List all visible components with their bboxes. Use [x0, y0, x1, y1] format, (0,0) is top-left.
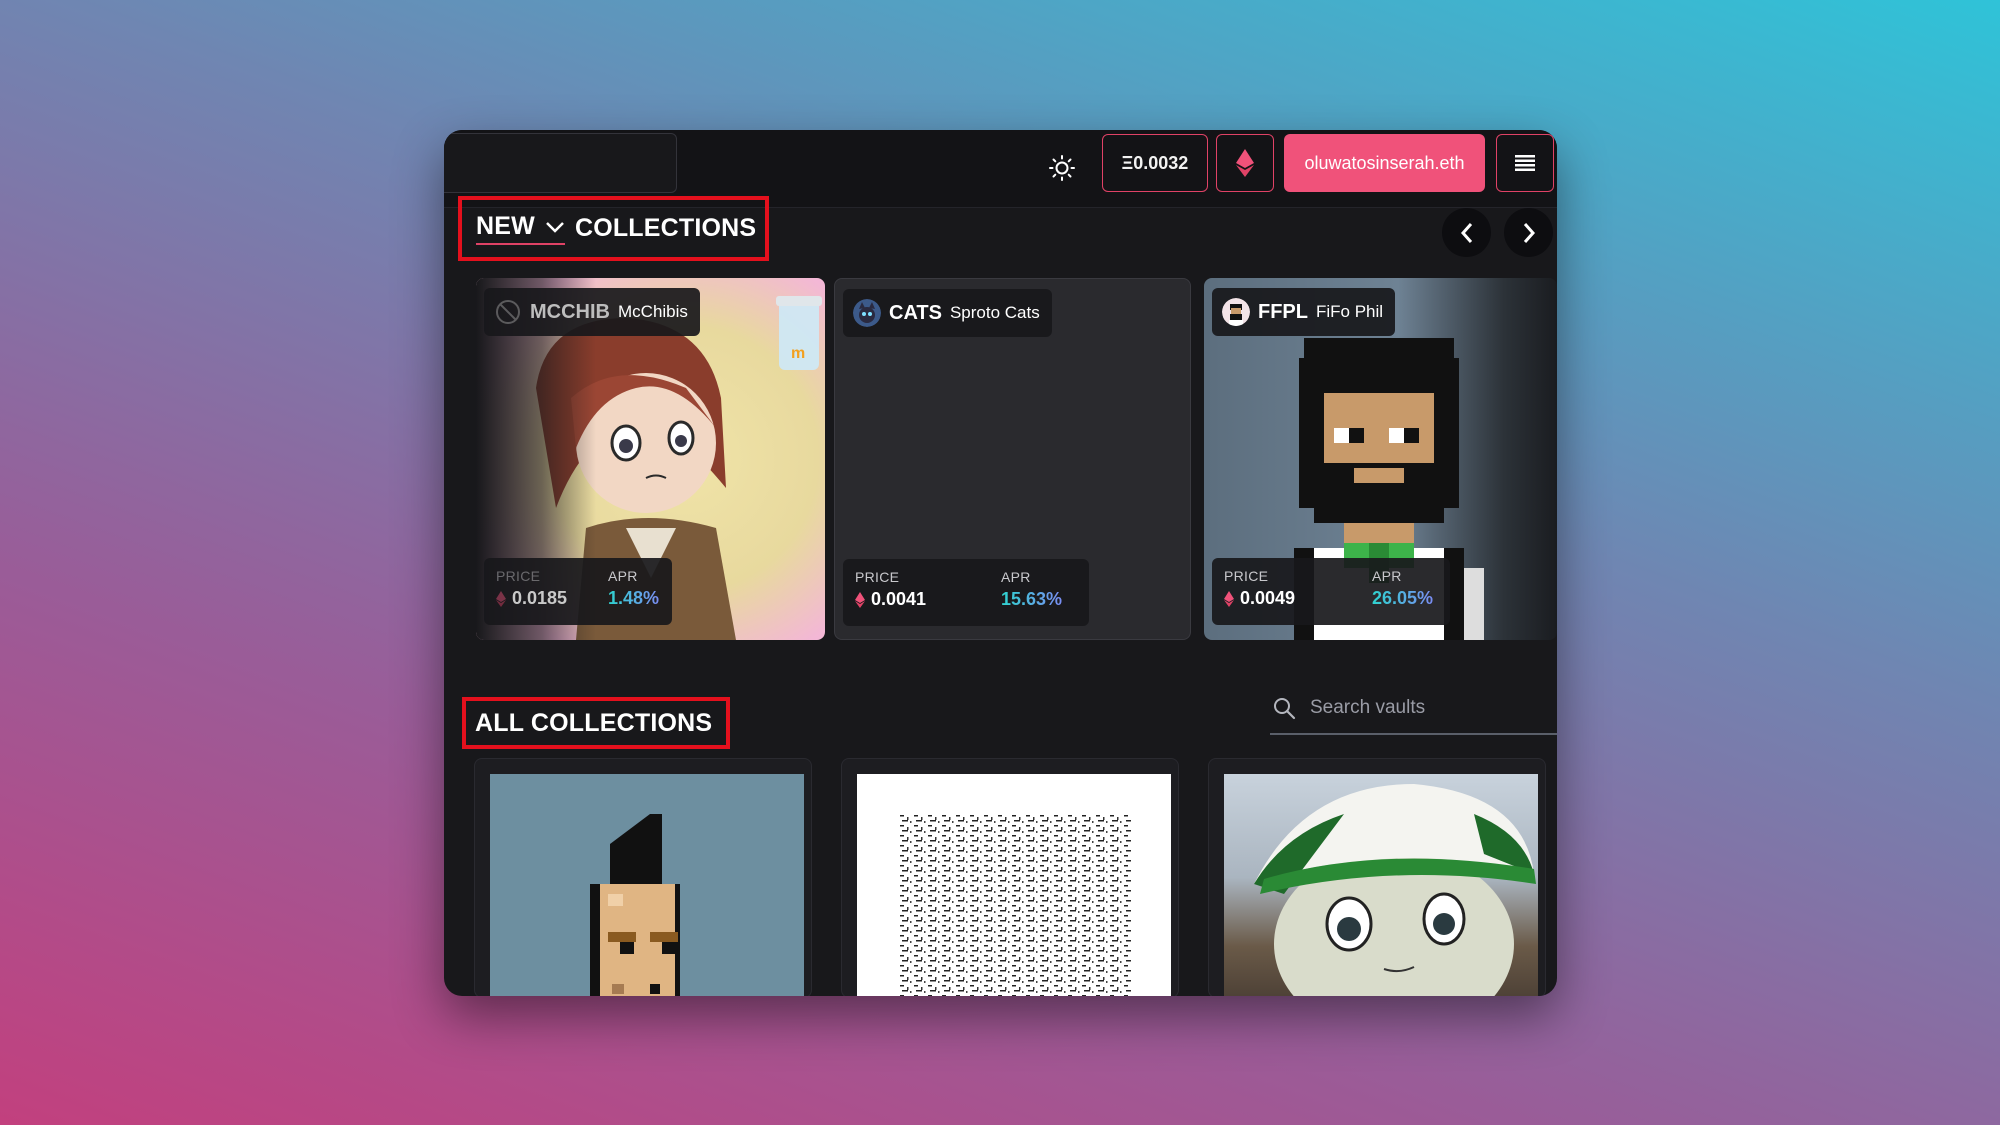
apr-label: APR — [1001, 569, 1031, 585]
collection-name: Sproto Cats — [949, 303, 1040, 322]
card-stats: PRICE 0.0185 APR 1.48% — [484, 558, 672, 625]
menu-button[interactable] — [1496, 134, 1554, 192]
price-value: 0.0185 — [512, 588, 568, 608]
apr-value: 26.05% — [1372, 588, 1434, 608]
new-collections-heading: NEW COLLECTIONS — [458, 196, 769, 261]
section-title: ALL COLLECTIONS — [475, 708, 713, 737]
collection-logo-icon — [1222, 298, 1250, 326]
sun-icon — [1049, 155, 1075, 181]
collection-symbol: CATS — [889, 301, 942, 324]
apr-value: 1.48% — [608, 588, 660, 608]
ethereum-icon — [496, 590, 506, 607]
chevron-right-icon — [1523, 222, 1535, 243]
collection-card-ffpl[interactable]: FFPL FiFo Phil PRICE 0.0049 APR 26.05% — [1204, 278, 1557, 640]
search-vaults[interactable] — [1270, 682, 1557, 735]
price-label: PRICE — [496, 568, 541, 584]
collection-symbol: FFPL — [1258, 300, 1308, 323]
price-value: 0.0041 — [871, 589, 927, 609]
card-header: MCCHIB McChibis — [484, 288, 700, 336]
price-label: PRICE — [1224, 568, 1269, 584]
vault-card[interactable] — [841, 758, 1179, 996]
vault-card[interactable] — [474, 758, 812, 996]
apr-value: 15.63% — [1001, 589, 1063, 609]
card-header: CATS Sproto Cats — [843, 289, 1052, 337]
app-window: Ξ0.0032 oluwatosinserah.eth NEW COLLECTI… — [444, 130, 1557, 996]
price-label: PRICE — [855, 569, 900, 585]
svg-text:m: m — [791, 345, 805, 362]
all-collections-heading: ALL COLLECTIONS — [462, 697, 730, 749]
search-input[interactable] — [1310, 696, 1530, 719]
search-icon — [1274, 697, 1296, 719]
account-button[interactable]: oluwatosinserah.eth — [1284, 134, 1485, 192]
collection-symbol: MCCHIB — [530, 300, 610, 323]
vault-card[interactable] — [1208, 758, 1546, 996]
chevron-left-icon — [1460, 222, 1472, 243]
collection-name: FiFo Phil — [1316, 302, 1384, 321]
carousel-next-button[interactable] — [1504, 208, 1553, 257]
section-title: COLLECTIONS — [574, 214, 757, 242]
price-value: 0.0049 — [1240, 588, 1296, 608]
balance-value: Ξ0.0032 — [1121, 152, 1189, 173]
ethereum-icon — [1224, 590, 1234, 607]
apr-label: APR — [1372, 568, 1402, 584]
vault-image — [1224, 774, 1538, 996]
apr-label: APR — [608, 568, 638, 584]
brand-area[interactable] — [444, 133, 677, 193]
balance-button[interactable]: Ξ0.0032 — [1102, 134, 1208, 192]
collection-logo-icon — [496, 300, 520, 324]
filter-label: NEW — [476, 212, 535, 240]
card-stats: PRICE 0.0049 APR 26.05% — [1212, 558, 1450, 625]
collection-card-cats[interactable]: CATS Sproto Cats PRICE 0.0041 APR 15.63% — [834, 278, 1191, 640]
card-stats: PRICE 0.0041 APR 15.63% — [843, 559, 1089, 626]
ethereum-icon — [855, 591, 865, 608]
collection-name: McChibis — [618, 302, 688, 321]
hamburger-menu-icon — [1515, 155, 1535, 171]
network-button[interactable] — [1216, 134, 1274, 192]
ethereum-icon — [1236, 149, 1254, 177]
theme-toggle-button[interactable] — [1042, 148, 1082, 188]
card-header: FFPL FiFo Phil — [1212, 288, 1396, 336]
cat-logo-icon — [853, 299, 881, 327]
collection-card-mcchib[interactable]: m MCCHIB McChibis PRICE 0.0185 APR 1.48% — [476, 278, 825, 640]
account-name: oluwatosinserah.eth — [1304, 152, 1465, 173]
carousel-prev-button[interactable] — [1442, 208, 1491, 257]
collection-filter-dropdown[interactable]: NEW — [476, 212, 565, 245]
vault-image — [490, 774, 804, 996]
chevron-down-icon — [546, 221, 564, 233]
vault-image — [857, 774, 1171, 996]
